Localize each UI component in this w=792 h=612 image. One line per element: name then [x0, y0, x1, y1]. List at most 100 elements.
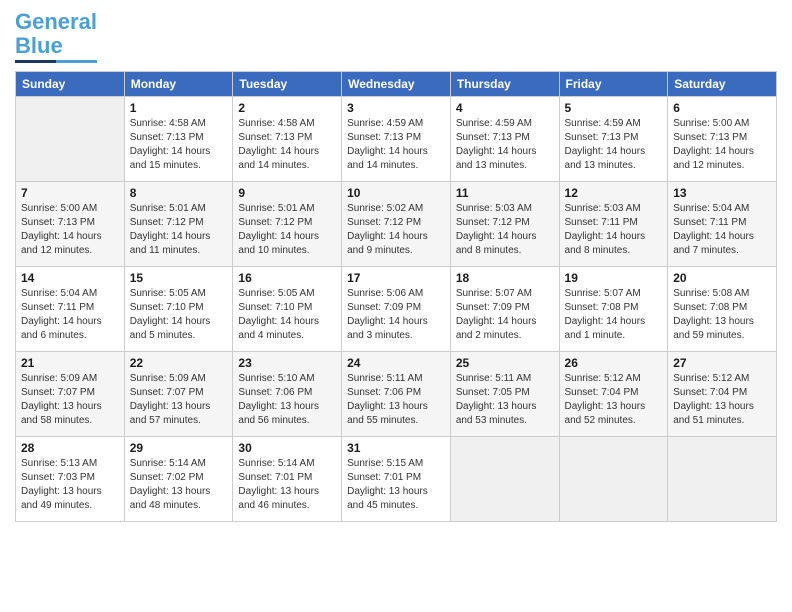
calendar-cell: 30 Sunrise: 5:14 AM Sunset: 7:01 PM Dayli… [233, 437, 342, 522]
calendar: SundayMondayTuesdayWednesdayThursdayFrid… [15, 71, 777, 522]
calendar-cell: 18Sunrise: 5:07 AM Sunset: 7:09 PM Dayli… [450, 267, 559, 352]
calendar-cell: 27 Sunrise: 5:12 AM Sunset: 7:04 PM Dayli… [668, 352, 777, 437]
day-info: Sunrise: 5:13 AM Sunset: 7:03 PM Dayligh… [21, 457, 119, 513]
day-number: 5 [565, 101, 663, 115]
calendar-cell: 28 Sunrise: 5:13 AM Sunset: 7:03 PM Dayli… [16, 437, 125, 522]
day-number: 30 [238, 441, 336, 455]
day-header-saturday: Saturday [668, 72, 777, 97]
day-info: Sunrise: 5:04 AM Sunset: 7:11 PM Dayligh… [673, 202, 771, 258]
day-number: 12 [565, 186, 663, 200]
day-header-thursday: Thursday [450, 72, 559, 97]
calendar-cell: 12Sunrise: 5:03 AM Sunset: 7:11 PM Dayli… [559, 182, 668, 267]
day-number: 18 [456, 271, 554, 285]
calendar-cell: 3 Sunrise: 4:59 AM Sunset: 7:13 PM Daylig… [342, 97, 451, 182]
calendar-body: 1 Sunrise: 4:58 AM Sunset: 7:13 PM Daylig… [16, 97, 777, 522]
calendar-cell: 26 Sunrise: 5:12 AM Sunset: 7:04 PM Dayli… [559, 352, 668, 437]
calendar-cell: 29 Sunrise: 5:14 AM Sunset: 7:02 PM Dayli… [124, 437, 233, 522]
day-number: 6 [673, 101, 771, 115]
logo: General Blue [15, 10, 97, 63]
day-number: 19 [565, 271, 663, 285]
day-info: Sunrise: 4:59 AM Sunset: 7:13 PM Dayligh… [456, 117, 554, 173]
calendar-cell: 13 Sunrise: 5:04 AM Sunset: 7:11 PM Dayli… [668, 182, 777, 267]
calendar-cell: 4 Sunrise: 4:59 AM Sunset: 7:13 PM Daylig… [450, 97, 559, 182]
day-info: Sunrise: 5:00 AM Sunset: 7:13 PM Dayligh… [21, 202, 119, 258]
day-info: Sunrise: 5:07 AM Sunset: 7:08 PM Dayligh… [565, 287, 663, 343]
calendar-week-4: 21Sunrise: 5:09 AM Sunset: 7:07 PM Dayli… [16, 352, 777, 437]
day-number: 4 [456, 101, 554, 115]
day-number: 11 [456, 186, 554, 200]
day-number: 15 [130, 271, 228, 285]
day-number: 27 [673, 356, 771, 370]
calendar-cell: 24 Sunrise: 5:11 AM Sunset: 7:06 PM Dayli… [342, 352, 451, 437]
day-number: 24 [347, 356, 445, 370]
day-number: 3 [347, 101, 445, 115]
day-info: Sunrise: 5:09 AM Sunset: 7:07 PM Dayligh… [21, 372, 119, 428]
day-info: Sunrise: 5:10 AM Sunset: 7:06 PM Dayligh… [238, 372, 336, 428]
day-info: Sunrise: 5:14 AM Sunset: 7:02 PM Dayligh… [130, 457, 228, 513]
day-info: Sunrise: 4:58 AM Sunset: 7:13 PM Dayligh… [238, 117, 336, 173]
calendar-cell: 23 Sunrise: 5:10 AM Sunset: 7:06 PM Dayli… [233, 352, 342, 437]
day-info: Sunrise: 5:00 AM Sunset: 7:13 PM Dayligh… [673, 117, 771, 173]
day-header-monday: Monday [124, 72, 233, 97]
day-header-wednesday: Wednesday [342, 72, 451, 97]
calendar-cell: 11 Sunrise: 5:03 AM Sunset: 7:12 PM Dayli… [450, 182, 559, 267]
day-info: Sunrise: 5:06 AM Sunset: 7:09 PM Dayligh… [347, 287, 445, 343]
day-number: 7 [21, 186, 119, 200]
calendar-cell [450, 437, 559, 522]
day-number: 22 [130, 356, 228, 370]
calendar-cell: 21Sunrise: 5:09 AM Sunset: 7:07 PM Dayli… [16, 352, 125, 437]
calendar-week-2: 7 Sunrise: 5:00 AM Sunset: 7:13 PM Daylig… [16, 182, 777, 267]
day-number: 2 [238, 101, 336, 115]
day-info: Sunrise: 5:12 AM Sunset: 7:04 PM Dayligh… [565, 372, 663, 428]
day-number: 31 [347, 441, 445, 455]
header: General Blue [15, 10, 777, 63]
day-number: 26 [565, 356, 663, 370]
calendar-cell: 25 Sunrise: 5:11 AM Sunset: 7:05 PM Dayli… [450, 352, 559, 437]
calendar-cell: 14 Sunrise: 5:04 AM Sunset: 7:11 PM Dayli… [16, 267, 125, 352]
day-number: 20 [673, 271, 771, 285]
day-info: Sunrise: 4:58 AM Sunset: 7:13 PM Dayligh… [130, 117, 228, 173]
day-number: 1 [130, 101, 228, 115]
calendar-cell [668, 437, 777, 522]
logo-blue: Blue [15, 33, 63, 58]
day-number: 17 [347, 271, 445, 285]
calendar-cell [559, 437, 668, 522]
day-number: 28 [21, 441, 119, 455]
day-info: Sunrise: 5:11 AM Sunset: 7:05 PM Dayligh… [456, 372, 554, 428]
calendar-cell: 16 Sunrise: 5:05 AM Sunset: 7:10 PM Dayli… [233, 267, 342, 352]
calendar-cell: 2 Sunrise: 4:58 AM Sunset: 7:13 PM Daylig… [233, 97, 342, 182]
day-info: Sunrise: 5:03 AM Sunset: 7:12 PM Dayligh… [456, 202, 554, 258]
calendar-cell [16, 97, 125, 182]
calendar-cell: 15 Sunrise: 5:05 AM Sunset: 7:10 PM Dayli… [124, 267, 233, 352]
calendar-cell: 9Sunrise: 5:01 AM Sunset: 7:12 PM Daylig… [233, 182, 342, 267]
day-info: Sunrise: 5:12 AM Sunset: 7:04 PM Dayligh… [673, 372, 771, 428]
day-number: 23 [238, 356, 336, 370]
calendar-week-1: 1 Sunrise: 4:58 AM Sunset: 7:13 PM Daylig… [16, 97, 777, 182]
calendar-cell: 31 Sunrise: 5:15 AM Sunset: 7:01 PM Dayli… [342, 437, 451, 522]
day-info: Sunrise: 4:59 AM Sunset: 7:13 PM Dayligh… [347, 117, 445, 173]
day-info: Sunrise: 5:05 AM Sunset: 7:10 PM Dayligh… [130, 287, 228, 343]
day-number: 29 [130, 441, 228, 455]
day-info: Sunrise: 5:08 AM Sunset: 7:08 PM Dayligh… [673, 287, 771, 343]
day-number: 16 [238, 271, 336, 285]
day-info: Sunrise: 5:05 AM Sunset: 7:10 PM Dayligh… [238, 287, 336, 343]
day-info: Sunrise: 4:59 AM Sunset: 7:13 PM Dayligh… [565, 117, 663, 173]
calendar-cell: 7 Sunrise: 5:00 AM Sunset: 7:13 PM Daylig… [16, 182, 125, 267]
calendar-week-3: 14 Sunrise: 5:04 AM Sunset: 7:11 PM Dayli… [16, 267, 777, 352]
day-info: Sunrise: 5:04 AM Sunset: 7:11 PM Dayligh… [21, 287, 119, 343]
day-header-tuesday: Tuesday [233, 72, 342, 97]
calendar-cell: 6 Sunrise: 5:00 AM Sunset: 7:13 PM Daylig… [668, 97, 777, 182]
logo-general: General [15, 9, 97, 34]
day-header-sunday: Sunday [16, 72, 125, 97]
day-number: 25 [456, 356, 554, 370]
day-info: Sunrise: 5:09 AM Sunset: 7:07 PM Dayligh… [130, 372, 228, 428]
day-header-friday: Friday [559, 72, 668, 97]
day-info: Sunrise: 5:11 AM Sunset: 7:06 PM Dayligh… [347, 372, 445, 428]
calendar-cell: 5 Sunrise: 4:59 AM Sunset: 7:13 PM Daylig… [559, 97, 668, 182]
calendar-cell: 19 Sunrise: 5:07 AM Sunset: 7:08 PM Dayli… [559, 267, 668, 352]
day-info: Sunrise: 5:14 AM Sunset: 7:01 PM Dayligh… [238, 457, 336, 513]
logo-underline [15, 60, 97, 63]
day-number: 13 [673, 186, 771, 200]
day-info: Sunrise: 5:15 AM Sunset: 7:01 PM Dayligh… [347, 457, 445, 513]
day-number: 14 [21, 271, 119, 285]
